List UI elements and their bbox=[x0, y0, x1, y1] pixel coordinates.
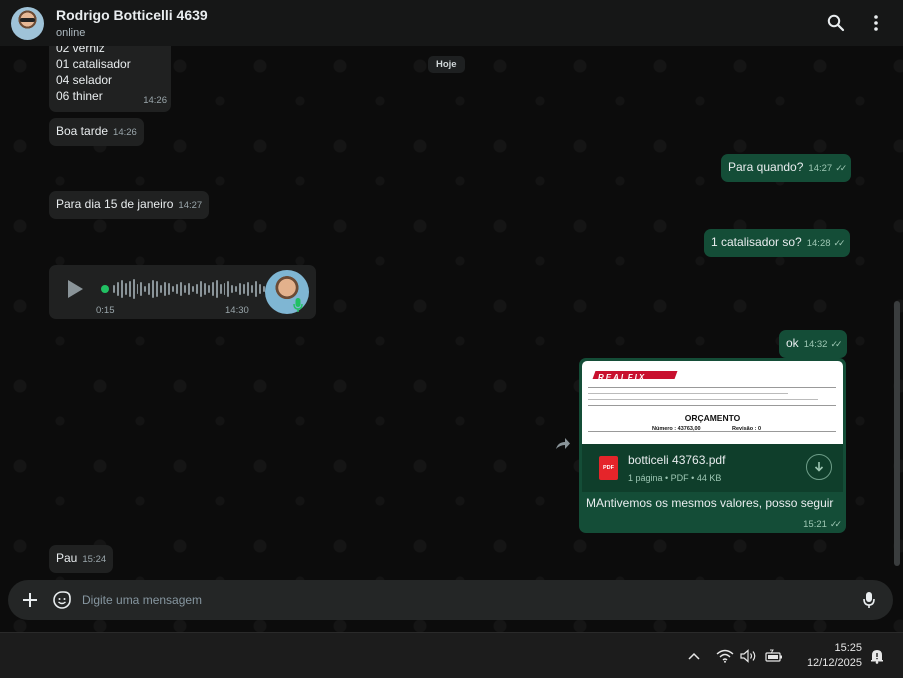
attach-plus-icon[interactable] bbox=[20, 590, 40, 610]
double-check-icon: ✓✓ bbox=[829, 519, 842, 529]
message-time: 14:27 bbox=[178, 200, 203, 211]
audio-duration: 0:15 bbox=[96, 305, 115, 316]
pdf-preview-title: ORÇAMENTO bbox=[684, 413, 741, 423]
message-text: Para dia 15 de janeiro bbox=[56, 197, 174, 211]
message-time: 14:30 bbox=[225, 305, 249, 316]
play-icon[interactable] bbox=[66, 279, 84, 303]
contact-info[interactable]: Rodrigo Botticelli 4639 online bbox=[56, 7, 208, 39]
document-meta: 1 página • PDF • 44 KB bbox=[628, 473, 722, 483]
contact-status: online bbox=[56, 27, 86, 39]
message-incoming[interactable]: Pau 15:24 bbox=[49, 545, 114, 573]
battery-icon[interactable] bbox=[764, 647, 784, 665]
wifi-icon[interactable] bbox=[715, 647, 735, 665]
document-info[interactable]: PDF botticeli 43763.pdf 1 página • PDF •… bbox=[582, 444, 843, 492]
double-check-icon: ✓✓ bbox=[833, 238, 846, 248]
message-time: 14:27 bbox=[808, 163, 833, 174]
message-line: 02 verniz bbox=[56, 46, 105, 55]
windows-taskbar: 15:25 12/12/2025 bbox=[0, 632, 903, 678]
message-time: 15:21 ✓✓ bbox=[803, 519, 842, 530]
download-button[interactable] bbox=[806, 454, 832, 480]
notification-bell-icon[interactable] bbox=[867, 647, 887, 665]
document-caption: MAntivemos os mesmos valores, posso segu… bbox=[586, 496, 834, 510]
message-time: 15:24 bbox=[82, 554, 107, 565]
scrollbar[interactable] bbox=[894, 301, 900, 566]
message-text: 1 catalisador so? bbox=[711, 235, 802, 249]
message-time: 14:32 bbox=[803, 339, 828, 350]
message-incoming[interactable]: Para dia 15 de janeiro 14:27 bbox=[49, 191, 210, 219]
search-icon[interactable] bbox=[825, 12, 847, 34]
microphone-icon[interactable] bbox=[859, 590, 879, 610]
message-line: 04 selador bbox=[56, 73, 113, 87]
sticker-emoji-icon[interactable] bbox=[52, 590, 72, 610]
realfix-logo-text: REALFIX bbox=[598, 373, 647, 382]
message-outgoing[interactable]: Para quando? 14:27 ✓✓ bbox=[721, 154, 852, 182]
clock-date: 12/12/2025 bbox=[806, 657, 862, 669]
document-message[interactable]: REALFIX ORÇAMENTO Número : 43763,00 Revi… bbox=[579, 358, 846, 533]
mic-icon bbox=[293, 297, 303, 317]
audio-waveform[interactable] bbox=[101, 279, 269, 299]
chat-area[interactable]: Hoje 02 verniz 01 catalisador 04 selador… bbox=[0, 46, 903, 632]
system-clock[interactable]: 15:25 12/12/2025 bbox=[790, 641, 862, 671]
message-outgoing[interactable]: ok 14:32 ✓✓ bbox=[779, 330, 847, 358]
contact-avatar[interactable] bbox=[11, 6, 44, 40]
pdf-preview-revision: Revisão : 0 bbox=[732, 426, 762, 432]
pdf-file-icon: PDF bbox=[599, 456, 618, 480]
contact-name: Rodrigo Botticelli 4639 bbox=[56, 7, 208, 23]
message-time: 14:26 bbox=[143, 95, 167, 106]
voice-message[interactable]: 0:15 14:30 bbox=[49, 265, 316, 319]
message-incoming[interactable]: 02 verniz 01 catalisador 04 selador 06 t… bbox=[49, 46, 171, 112]
message-time: 14:26 bbox=[113, 127, 137, 138]
message-line: 06 thiner bbox=[56, 89, 103, 103]
chat-header: Rodrigo Botticelli 4639 online bbox=[0, 0, 903, 46]
message-text: Pau bbox=[56, 551, 78, 565]
message-outgoing[interactable]: 1 catalisador so? 14:28 ✓✓ bbox=[704, 229, 850, 257]
kebab-menu-icon[interactable] bbox=[865, 12, 887, 34]
double-check-icon: ✓✓ bbox=[830, 339, 842, 349]
message-time: 14:28 bbox=[806, 238, 831, 249]
forward-icon[interactable] bbox=[555, 437, 571, 456]
date-chip: Hoje bbox=[428, 56, 465, 73]
volume-icon[interactable] bbox=[739, 647, 759, 665]
download-icon bbox=[814, 462, 824, 472]
message-text: ok bbox=[786, 336, 799, 350]
document-name: botticeli 43763.pdf bbox=[628, 453, 726, 467]
pdf-preview[interactable]: REALFIX ORÇAMENTO Número : 43763,00 Revi… bbox=[582, 361, 843, 444]
message-input[interactable] bbox=[82, 593, 859, 607]
chevron-up-icon[interactable] bbox=[684, 647, 704, 665]
message-text: Para quando? bbox=[728, 160, 804, 174]
clock-time: 15:25 bbox=[834, 642, 862, 654]
message-line: 01 catalisador bbox=[56, 57, 131, 71]
message-text: Boa tarde bbox=[56, 124, 109, 138]
message-incoming[interactable]: Boa tarde 14:26 bbox=[49, 118, 144, 146]
pdf-preview-number: Número : 43763,00 bbox=[652, 426, 701, 432]
message-composer bbox=[8, 580, 893, 620]
playhead-dot[interactable] bbox=[101, 285, 109, 293]
double-check-icon: ✓✓ bbox=[835, 163, 847, 173]
